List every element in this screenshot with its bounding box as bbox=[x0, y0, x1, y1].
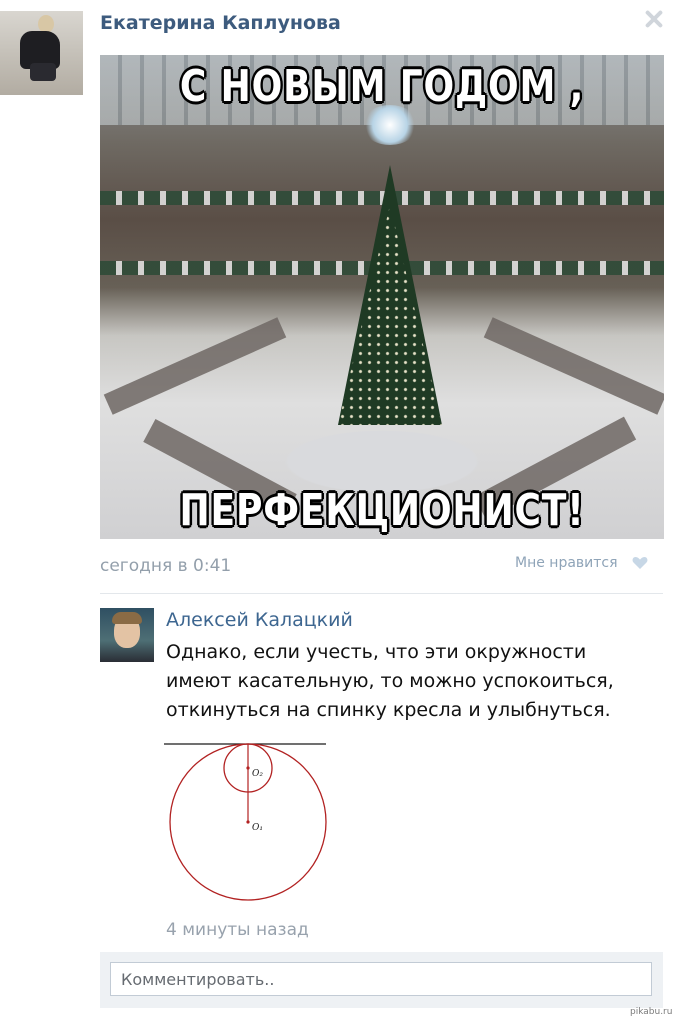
post-author-name[interactable]: Екатерина Каплунова bbox=[100, 12, 341, 34]
comment-author-avatar[interactable] bbox=[100, 608, 154, 662]
small-center-point bbox=[246, 766, 250, 770]
avatar-hair bbox=[112, 612, 142, 624]
big-center-point bbox=[246, 820, 250, 824]
post-image[interactable]: С НОВЫМ ГОДОМ , ПЕРФЕКЦИОНИСТ! bbox=[100, 55, 664, 539]
comment-input[interactable] bbox=[110, 962, 652, 996]
like-button-label[interactable]: Мне нравится bbox=[515, 555, 618, 571]
author-avatar[interactable] bbox=[0, 11, 83, 95]
close-icon[interactable] bbox=[641, 6, 667, 32]
watermark: pikabu.ru bbox=[630, 1007, 673, 1017]
label-o2: O₂ bbox=[252, 769, 263, 779]
reply-box bbox=[100, 952, 663, 1008]
comment-author-name[interactable]: Алексей Калацкий bbox=[166, 609, 353, 631]
label-o1: O₁ bbox=[252, 823, 263, 833]
meme-bottom-caption: ПЕРФЕКЦИОНИСТ! bbox=[179, 485, 585, 536]
post-date[interactable]: сегодня в 0:41 bbox=[100, 556, 231, 576]
comment-timestamp[interactable]: 4 минуты назад bbox=[166, 920, 309, 940]
tangent-circles-diagram: O₂ O₁ bbox=[164, 743, 327, 901]
meme-top-caption: С НОВЫМ ГОДОМ , bbox=[179, 61, 585, 112]
comment-text: Однако, если учесть, что эти окружности … bbox=[166, 641, 614, 721]
floor-pattern-right bbox=[483, 317, 664, 415]
avatar-figure-legs bbox=[30, 63, 56, 81]
heart-icon[interactable] bbox=[632, 556, 648, 570]
divider bbox=[100, 593, 663, 594]
floor-pattern-left bbox=[103, 317, 287, 415]
